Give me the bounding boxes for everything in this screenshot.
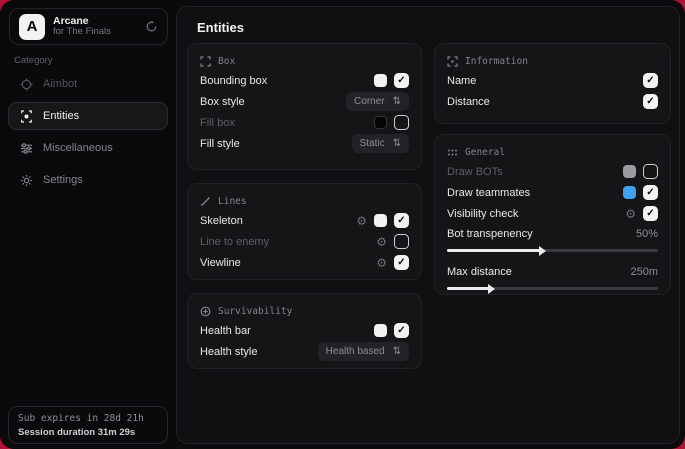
color-swatch[interactable] xyxy=(374,324,387,337)
unfold-arrows-icon: ⇅ xyxy=(393,346,401,357)
brand-card: A Arcane for The Finals xyxy=(9,8,168,45)
card-title: Lines xyxy=(218,196,247,207)
checkbox-visibility-check[interactable]: ✓ xyxy=(643,206,658,221)
card-title: Box xyxy=(218,56,235,67)
checkbox-skeleton[interactable]: ✓ xyxy=(394,213,409,228)
setting-row-fill-style: Fill style Static ⇅ xyxy=(200,133,409,154)
main-panel: Entities Box Bounding box ✓ Box style xyxy=(176,6,680,444)
health-icon xyxy=(200,306,211,317)
card-survivability: Survivability Health bar ✓ Health style … xyxy=(187,293,422,369)
slider-fill[interactable] xyxy=(447,287,489,290)
max-distance-value: 250m xyxy=(630,266,658,278)
subscription-info: Sub expires in 28d 21h Session duration … xyxy=(8,406,168,444)
fill-style-dropdown[interactable]: Static ⇅ xyxy=(352,134,409,153)
sidebar: A Arcane for The Finals Category Aimbot xyxy=(0,0,176,449)
grid-icon xyxy=(447,147,458,158)
checkbox-health-bar[interactable]: ✓ xyxy=(394,323,409,338)
setting-row-health-style: Health style Health based ⇅ xyxy=(200,341,409,362)
checkbox-fill-box[interactable] xyxy=(394,115,409,130)
app-subtitle: for The Finals xyxy=(53,27,137,38)
setting-row-name: Name ✓ xyxy=(447,70,658,91)
setting-row-fill-box: Fill box xyxy=(200,112,409,133)
session-duration-text: Session duration 31m 29s xyxy=(18,427,158,438)
box-brackets-icon xyxy=(200,56,211,67)
slider-fill[interactable] xyxy=(447,249,540,252)
setting-row-draw-bots: Draw BOTs xyxy=(447,161,658,182)
gear-icon[interactable]: ⚙ xyxy=(376,236,387,248)
line-icon xyxy=(200,196,211,207)
setting-row-max-distance: Max distance 250m xyxy=(447,262,658,281)
bot-transparency-value: 50% xyxy=(636,228,658,240)
sidebar-item-entities[interactable]: Entities xyxy=(8,102,168,130)
sidebar-item-label: Entities xyxy=(43,110,79,122)
setting-row-line-to-enemy: Line to enemy ⚙ xyxy=(200,231,409,252)
sidebar-item-label: Miscellaneous xyxy=(43,142,113,154)
page-title: Entities xyxy=(197,20,244,35)
gear-icon[interactable]: ⚙ xyxy=(376,257,387,269)
card-title: Survivability xyxy=(218,306,292,317)
card-general: General Draw BOTs Draw teammates ✓ Visib… xyxy=(434,134,671,295)
color-swatch[interactable] xyxy=(623,165,636,178)
box-style-dropdown[interactable]: Corner ⇅ xyxy=(346,92,409,111)
gear-icon[interactable]: ⚙ xyxy=(625,208,636,220)
max-distance-slider[interactable] xyxy=(447,287,658,290)
setting-row-health-bar: Health bar ✓ xyxy=(200,320,409,341)
setting-row-distance: Distance ✓ xyxy=(447,91,658,112)
sidebar-nav: Aimbot Entities Miscellaneous xyxy=(8,70,168,198)
setting-row-box-style: Box style Corner ⇅ xyxy=(200,91,409,112)
info-brackets-icon xyxy=(447,56,458,67)
color-swatch[interactable] xyxy=(374,214,387,227)
checkbox-line-to-enemy[interactable] xyxy=(394,234,409,249)
unfold-arrows-icon: ⇅ xyxy=(393,138,401,149)
setting-row-viewline: Viewline ⚙ ✓ xyxy=(200,252,409,273)
card-information: Information Name ✓ Distance ✓ xyxy=(434,43,671,124)
setting-row-draw-teammates: Draw teammates ✓ xyxy=(447,182,658,203)
card-box: Box Bounding box ✓ Box style Corner ⇅ Fi… xyxy=(187,43,422,170)
color-swatch[interactable] xyxy=(374,74,387,87)
checkbox-name[interactable]: ✓ xyxy=(643,73,658,88)
setting-row-bounding-box: Bounding box ✓ xyxy=(200,70,409,91)
sidebar-item-label: Settings xyxy=(43,174,83,186)
unfold-arrows-icon: ⇅ xyxy=(393,96,401,107)
app-window: A Arcane for The Finals Category Aimbot xyxy=(0,0,685,449)
sidebar-item-miscellaneous[interactable]: Miscellaneous xyxy=(8,134,168,162)
sub-expiry-text: Sub expires in 28d 21h xyxy=(18,413,158,424)
checkbox-viewline[interactable]: ✓ xyxy=(394,255,409,270)
color-swatch[interactable] xyxy=(374,116,387,129)
sidebar-item-aimbot[interactable]: Aimbot xyxy=(8,70,168,98)
crosshair-icon xyxy=(19,78,33,91)
bot-transparency-slider[interactable] xyxy=(447,249,658,252)
card-title: General xyxy=(465,147,505,158)
sidebar-item-label: Aimbot xyxy=(43,78,77,90)
checkbox-draw-bots[interactable] xyxy=(643,164,658,179)
setting-row-bot-transparency: Bot transpenency 50% xyxy=(447,224,658,243)
card-title: Information xyxy=(465,56,528,67)
checkbox-bounding-box[interactable]: ✓ xyxy=(394,73,409,88)
sidebar-item-settings[interactable]: Settings xyxy=(8,166,168,194)
gear-icon[interactable]: ⚙ xyxy=(356,215,367,227)
checkbox-distance[interactable]: ✓ xyxy=(643,94,658,109)
card-lines: Lines Skeleton ⚙ ✓ Line to enemy ⚙ Viewl… xyxy=(187,183,422,280)
gear-icon xyxy=(19,174,33,187)
color-swatch[interactable] xyxy=(623,186,636,199)
checkbox-draw-teammates[interactable]: ✓ xyxy=(643,185,658,200)
refresh-icon[interactable] xyxy=(145,20,158,33)
entity-scan-icon xyxy=(19,110,33,123)
health-style-dropdown[interactable]: Health based ⇅ xyxy=(318,342,409,361)
app-logo: A xyxy=(19,14,45,40)
setting-row-skeleton: Skeleton ⚙ ✓ xyxy=(200,210,409,231)
sliders-icon xyxy=(19,142,33,155)
category-label: Category xyxy=(14,55,53,66)
setting-row-visibility-check: Visibility check ⚙ ✓ xyxy=(447,203,658,224)
